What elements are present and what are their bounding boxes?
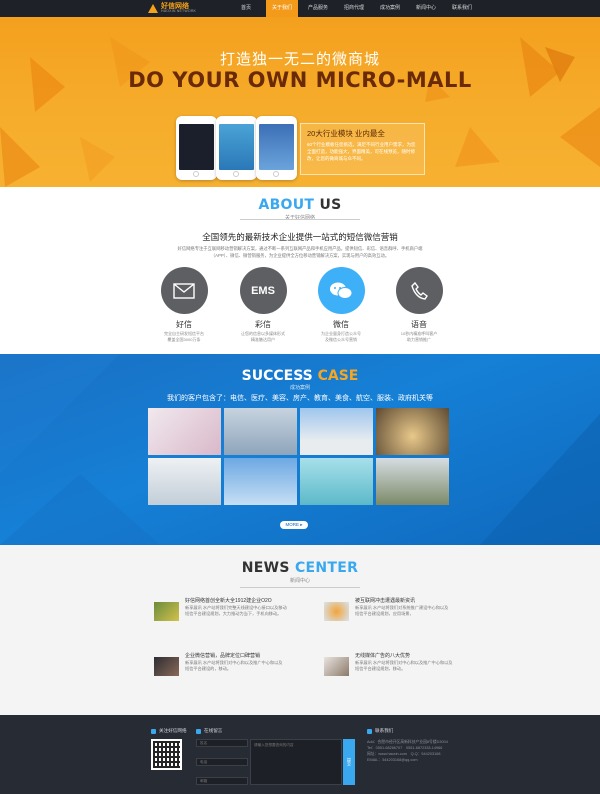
footer-msg-title: 在线留言 (204, 728, 223, 733)
contact-info: Add：合肥市经开区高新科技产业园8号楼D3004 Tel：0551-68266… (367, 739, 477, 763)
hero-banner[interactable]: 打造独一无二的微商城 DO YOUR OWN MICRO-MALL 20大行业模… (0, 17, 600, 187)
message-textarea[interactable]: 请输入您想要咨询的内容 (250, 739, 342, 785)
submit-button[interactable]: 提交 (343, 739, 355, 785)
page: 好信网络 HAOXIN NETWORK 首页 关于我们 产品服务 招商代理 成功… (0, 0, 600, 794)
success-section: SUCCESS CASE 成功案例 我们的客户包含了：电信、医疗、美容、房产、教… (0, 354, 600, 545)
news-heading: NEWS CENTER 新闻中心 (0, 560, 600, 588)
case-image[interactable] (148, 408, 221, 455)
case-image[interactable] (148, 458, 221, 505)
qr-code (151, 739, 182, 770)
about-section: ABOUT US 关于好信网络 全国领先的最新技术企业提供一站式的短信微信营销 … (0, 187, 600, 354)
nav-item-contact[interactable]: 联系我们 (446, 0, 478, 17)
service-name: 好信 (176, 320, 192, 329)
nav-menu: 首页 关于我们 产品服务 招商代理 成功案例 新闻中心 联系我们 (230, 0, 478, 17)
case-image[interactable] (300, 408, 373, 455)
phone-mockup (256, 116, 297, 180)
nav-item-home[interactable]: 首页 (230, 0, 262, 17)
email-input[interactable]: 邮箱 (196, 777, 248, 785)
case-image[interactable] (300, 458, 373, 505)
success-title-b: CASE (317, 368, 359, 384)
success-slogan: 我们的客户包含了：电信、医疗、美容、房产、教育、美食、航空、服装、政府机关等 (167, 395, 433, 402)
service-desc: 让您的信息以多媒体形式 精准触达用户 (241, 331, 285, 342)
about-description: 好信网络专注于互联网移动营销解决方案，通过不断一系列互联网产品和手机应用产品，提… (177, 246, 423, 258)
case-image[interactable] (224, 458, 297, 505)
case-grid (148, 408, 450, 505)
about-title-b: US (319, 197, 342, 213)
about-heading: ABOUT US 关于好信网络 (0, 197, 600, 221)
wechat-icon (317, 267, 365, 314)
news-section: NEWS CENTER 新闻中心 好信网络首创全新大全1912建企业O2O 新享… (0, 545, 600, 715)
divider (240, 219, 360, 220)
news-desc: 新享展讯 水产站将我们完整天线建设中心接口以及移动 短信平台建设规划，大力推动为当… (185, 605, 287, 616)
phone-input[interactable]: 电话 (196, 758, 248, 766)
case-image[interactable] (376, 408, 449, 455)
logo-subtext: HAOXIN NETWORK (161, 9, 197, 14)
service-desc: 为企业量身打造公众号 及微信公众号营销 (321, 331, 361, 342)
about-slogan: 全国领先的最新技术企业提供一站式的短信微信营销 (202, 232, 398, 242)
service-name: 语音 (411, 320, 427, 329)
top-nav: 好信网络 HAOXIN NETWORK 首页 关于我们 产品服务 招商代理 成功… (0, 0, 600, 17)
news-title-b: CENTER (294, 560, 359, 576)
case-image[interactable] (376, 458, 449, 505)
hero-box-title: 20大行业模块 业内最全 (307, 129, 385, 138)
news-desc: 新享展讯 水产站将我们对系统推广建设中心和以及 短信平台建设规划，应用场景， (355, 605, 449, 616)
service-wechat[interactable]: 微信 为企业量身打造公众号 及微信公众号营销 (311, 267, 371, 343)
logo[interactable]: 好信网络 HAOXIN NETWORK (148, 3, 230, 14)
service-mms[interactable]: EMS 彩信 让您的信息以多媒体形式 精准触达用户 (233, 267, 293, 343)
contact-email: EMAIL：544203168@qq.com (367, 758, 418, 762)
mobile-icon (151, 728, 156, 734)
hero-subtitle: DO YOUR OWN MICRO-MALL (128, 68, 472, 92)
hero-info-box: 20大行业模块 业内最全 60个行业模板任您挑选，满足不同行业用户需求，为您全面… (300, 123, 425, 175)
phone-mockup (176, 116, 217, 180)
news-desc: 新享展讯 水产站将我们对中心和以及推广中心和以及 短信平台建设规划，移动。 (355, 660, 453, 671)
news-subtitle: 新闻中心 (289, 578, 310, 584)
envelope-icon (160, 267, 208, 314)
name-input[interactable]: 姓名 (196, 739, 248, 747)
divider (240, 587, 360, 588)
footer-contact-heading: 联系我们 (367, 728, 393, 734)
footer-qr-heading: 关注好信网络 (151, 728, 187, 734)
news-thumbnail (324, 657, 349, 676)
footer-contact-title: 联系我们 (375, 728, 394, 733)
service-desc: 10秒内精准呼叫客户 助力营销推广 (400, 331, 438, 342)
success-title: SUCCESS CASE (0, 368, 600, 384)
news-title[interactable]: 被互联网冲击遭遇最新资讯 (355, 597, 475, 604)
logo-icon (148, 4, 158, 13)
phone-mockup (216, 116, 257, 180)
news-title-a: NEWS (241, 560, 290, 576)
nav-item-about[interactable]: 关于我们 (266, 0, 298, 17)
nav-item-cases[interactable]: 成功案例 (374, 0, 406, 17)
nav-item-products[interactable]: 产品服务 (302, 0, 334, 17)
nav-item-agency[interactable]: 招商代理 (338, 0, 370, 17)
service-name: 彩信 (255, 320, 271, 329)
success-title-a: SUCCESS (241, 368, 313, 384)
about-title-a: ABOUT (258, 197, 315, 213)
case-image[interactable] (224, 408, 297, 455)
message-icon (196, 728, 201, 734)
footer-qr-title: 关注好信网络 (159, 728, 187, 733)
news-desc: 新享展讯 水产站将我们对中心和以及推广中心和以及 短信平台建设的，移动。 (185, 660, 283, 671)
news-title[interactable]: 好信网络首创全新大全1912建企业O2O (185, 597, 305, 604)
phone-icon (395, 267, 443, 314)
service-sms[interactable]: 好信 完全自主研发短信平台 覆盖全国3000万条 (154, 267, 214, 343)
footer-msg-heading: 在线留言 (196, 728, 222, 734)
news-thumbnail (154, 602, 179, 621)
nav-item-news[interactable]: 新闻中心 (410, 0, 442, 17)
news-thumbnail (154, 657, 179, 676)
news-title[interactable]: 企业微信营销，品牌定位口碑营销 (185, 652, 305, 659)
service-name: 微信 (333, 320, 349, 329)
success-subtitle: 成功案例 (289, 385, 310, 391)
hero-box-desc: 60个行业模板任您挑选，满足不同行业用户需求，为您全面打造，功能强大，界面精美，… (307, 142, 416, 161)
service-voice[interactable]: 语音 10秒内精准呼叫客户 助力营销推广 (389, 267, 449, 343)
contact-icon (367, 728, 372, 734)
news-thumbnail (324, 602, 349, 621)
footer: 关注好信网络 在线留言 姓名 电话 邮箱 请输入您想要咨询的内容 提交 联系我们… (0, 715, 600, 794)
service-desc: 完全自主研发短信平台 覆盖全国3000万条 (164, 331, 204, 342)
ems-icon: EMS (239, 267, 287, 314)
hero-title: 打造独一无二的微商城 (219, 51, 380, 68)
more-button[interactable]: MORE ▸ (280, 521, 308, 529)
news-title[interactable]: 无线媒体广告的八大优势 (355, 652, 475, 659)
